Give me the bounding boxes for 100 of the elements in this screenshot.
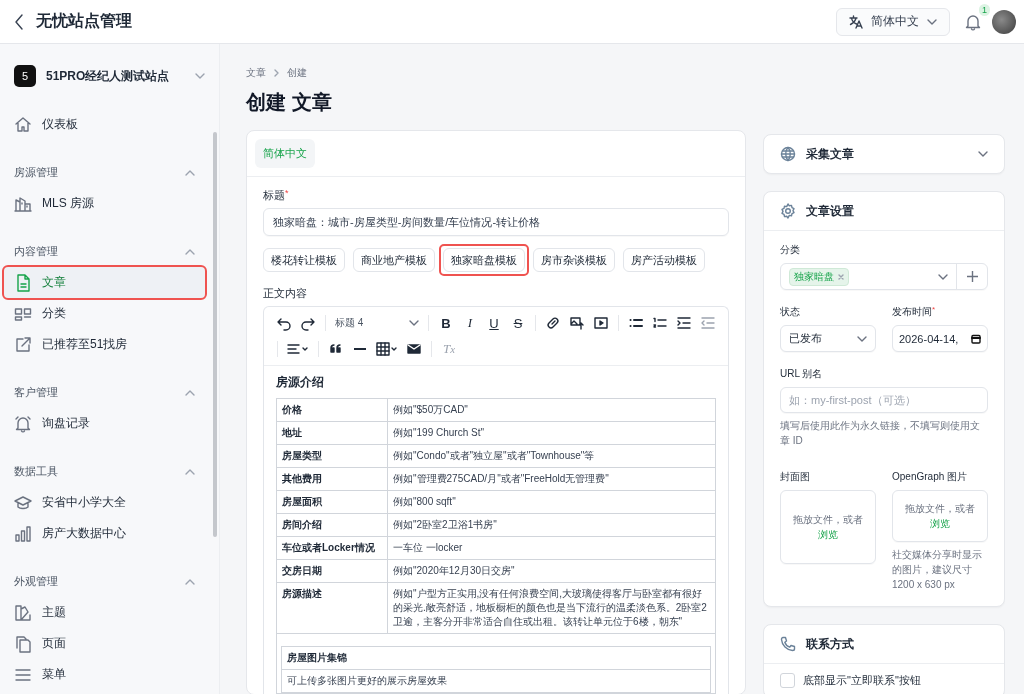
table-cell: 例如"2020年12月30日交房" xyxy=(387,559,716,583)
field-label: 封面图 xyxy=(780,470,811,484)
pages-icon xyxy=(14,634,32,653)
chevron-right-icon xyxy=(274,69,279,77)
required-mark: * xyxy=(285,188,289,198)
bell-icon xyxy=(964,12,982,31)
app-title: 无忧站点管理 xyxy=(36,11,133,31)
format-button[interactable]: I xyxy=(458,310,482,336)
numbered-list-icon xyxy=(652,315,668,331)
panel-header[interactable]: 采集文章 xyxy=(764,135,1004,173)
panel-title: 联系方式 xyxy=(806,635,855,653)
link-icon xyxy=(545,315,561,331)
nav-item[interactable]: 仪表板 xyxy=(4,109,205,140)
nav-item[interactable]: 分类 xyxy=(4,298,205,329)
template-button[interactable]: 商业地产模板 xyxy=(353,248,435,272)
heading-select[interactable]: 标题 4 xyxy=(331,310,423,336)
table-cell: 例如"2卧室2卫浴1书房" xyxy=(387,513,716,537)
nav-item[interactable]: 文章 xyxy=(4,267,205,298)
chevron-down-icon xyxy=(938,273,948,280)
table-cell: 例如"管理费275CAD/月"或者"FreeHold无管理费" xyxy=(387,467,716,491)
nav-group-header[interactable]: 内容管理 xyxy=(4,236,205,267)
video-icon xyxy=(593,315,609,331)
language-selector[interactable]: 简体中文 xyxy=(836,7,950,36)
settings-icon xyxy=(780,203,796,219)
table-cell: 房屋类型 xyxy=(276,444,388,468)
notification-badge: 1 xyxy=(979,3,990,16)
title-input[interactable]: 独家暗盘：城市-房屋类型-房间数量/车位情况-转让价格 xyxy=(263,208,729,236)
chevron-down-icon xyxy=(195,73,205,79)
horizontal-rule-icon xyxy=(354,348,366,350)
required-mark: * xyxy=(932,305,936,314)
date-input[interactable]: 2026-04-14, xyxy=(892,325,988,352)
table-cell: 房屋图片集锦 xyxy=(281,646,711,670)
nav-item[interactable]: 询盘记录 xyxy=(4,408,205,439)
template-button[interactable]: 楼花转让模板 xyxy=(263,248,345,272)
field-label: 标题 xyxy=(263,189,285,201)
avatar[interactable] xyxy=(992,9,1016,34)
nav-item[interactable]: MLS 房源 xyxy=(4,188,205,219)
panel-title: 文章设置 xyxy=(806,202,855,220)
upload-dropzone[interactable]: 拖放文件，或者 浏览 xyxy=(780,490,876,564)
upload-dropzone[interactable]: 拖放文件，或者 浏览 xyxy=(892,490,988,542)
breadcrumb-current: 创建 xyxy=(287,66,307,80)
indent-icon xyxy=(676,315,692,331)
buildings-icon xyxy=(14,194,32,213)
table-icon xyxy=(376,342,398,356)
status-select[interactable]: 已发布 xyxy=(780,325,876,352)
breadcrumb-link[interactable]: 文章 xyxy=(246,66,266,80)
template-button[interactable]: 独家暗盘模板 xyxy=(443,248,525,272)
format-button[interactable]: U xyxy=(482,310,506,336)
template-button[interactable]: 房市杂谈模板 xyxy=(533,248,615,272)
chevron-up-icon xyxy=(185,468,195,475)
table-cell: 房间介绍 xyxy=(276,513,388,537)
checkbox[interactable] xyxy=(780,673,795,688)
envelope-icon xyxy=(406,341,422,357)
image-upload-icon xyxy=(569,315,585,331)
nav-item[interactable]: 主题 xyxy=(4,597,205,628)
graduation-cap-icon xyxy=(14,493,32,512)
browse-link[interactable]: 浏览 xyxy=(818,527,838,542)
site-name[interactable]: 51PRO经纪人测试站点 xyxy=(46,67,185,85)
field-label: URL 别名 xyxy=(780,367,824,381)
help-text: 社交媒体分享时显示的图片，建议尺寸 1200 x 630 px xyxy=(892,548,983,592)
table-cell: 地址 xyxy=(276,421,388,445)
table-cell: 交房日期 xyxy=(276,559,388,583)
nav-group-header[interactable]: 客户管理 xyxy=(4,377,205,408)
translate-icon xyxy=(849,14,863,29)
help-text: 填写后使用此作为永久链接，不填写则使用文章 ID xyxy=(780,419,981,448)
field-label: 分类 xyxy=(780,243,801,257)
chevron-up-icon xyxy=(185,248,195,255)
chevron-up-icon xyxy=(185,578,195,585)
external-link-icon xyxy=(14,335,32,354)
nav-item[interactable]: 房产大数据中心 xyxy=(4,518,205,549)
table-cell: 房源描述 xyxy=(276,582,388,634)
nav-item[interactable]: 页面 xyxy=(4,628,205,659)
nav-item[interactable]: 已推荐至51找房 xyxy=(4,329,205,360)
document-icon xyxy=(14,273,32,292)
calendar-icon xyxy=(971,333,981,344)
nav-group-header[interactable]: 外观管理 xyxy=(4,566,205,597)
format-button[interactable]: S xyxy=(506,310,530,336)
browse-link[interactable]: 浏览 xyxy=(930,516,950,531)
plus-icon xyxy=(966,271,978,282)
bar-chart-icon xyxy=(14,524,32,543)
outdent-icon xyxy=(700,315,716,331)
field-label: 状态 xyxy=(780,305,801,319)
table-cell: 例如"800 sqft" xyxy=(387,490,716,514)
format-button[interactable]: B xyxy=(434,310,458,336)
nav-item[interactable]: 菜单 xyxy=(4,659,205,690)
chevron-down-icon xyxy=(927,18,937,25)
chevron-down-icon xyxy=(409,320,419,326)
table-cell: 一车位 一locker xyxy=(387,536,716,560)
table-cell: 车位或者Locker情况 xyxy=(276,536,388,560)
template-button[interactable]: 房产活动模板 xyxy=(623,248,705,272)
back-icon xyxy=(14,13,24,30)
checkbox-label[interactable]: 底部显示"立即联系"按钮 xyxy=(803,673,921,688)
chevron-down-icon xyxy=(978,151,988,157)
nav-group-header[interactable]: 房源管理 xyxy=(4,157,205,188)
scrollbar[interactable] xyxy=(213,132,217,537)
nav-group-header[interactable]: 数据工具 xyxy=(4,456,205,487)
nav-item[interactable]: 安省中小学大全 xyxy=(4,487,205,518)
category-tag: 独家暗盘 xyxy=(789,267,849,286)
field-label: OpenGraph 图片 xyxy=(892,470,969,484)
table-cell: 房屋面积 xyxy=(276,490,388,514)
